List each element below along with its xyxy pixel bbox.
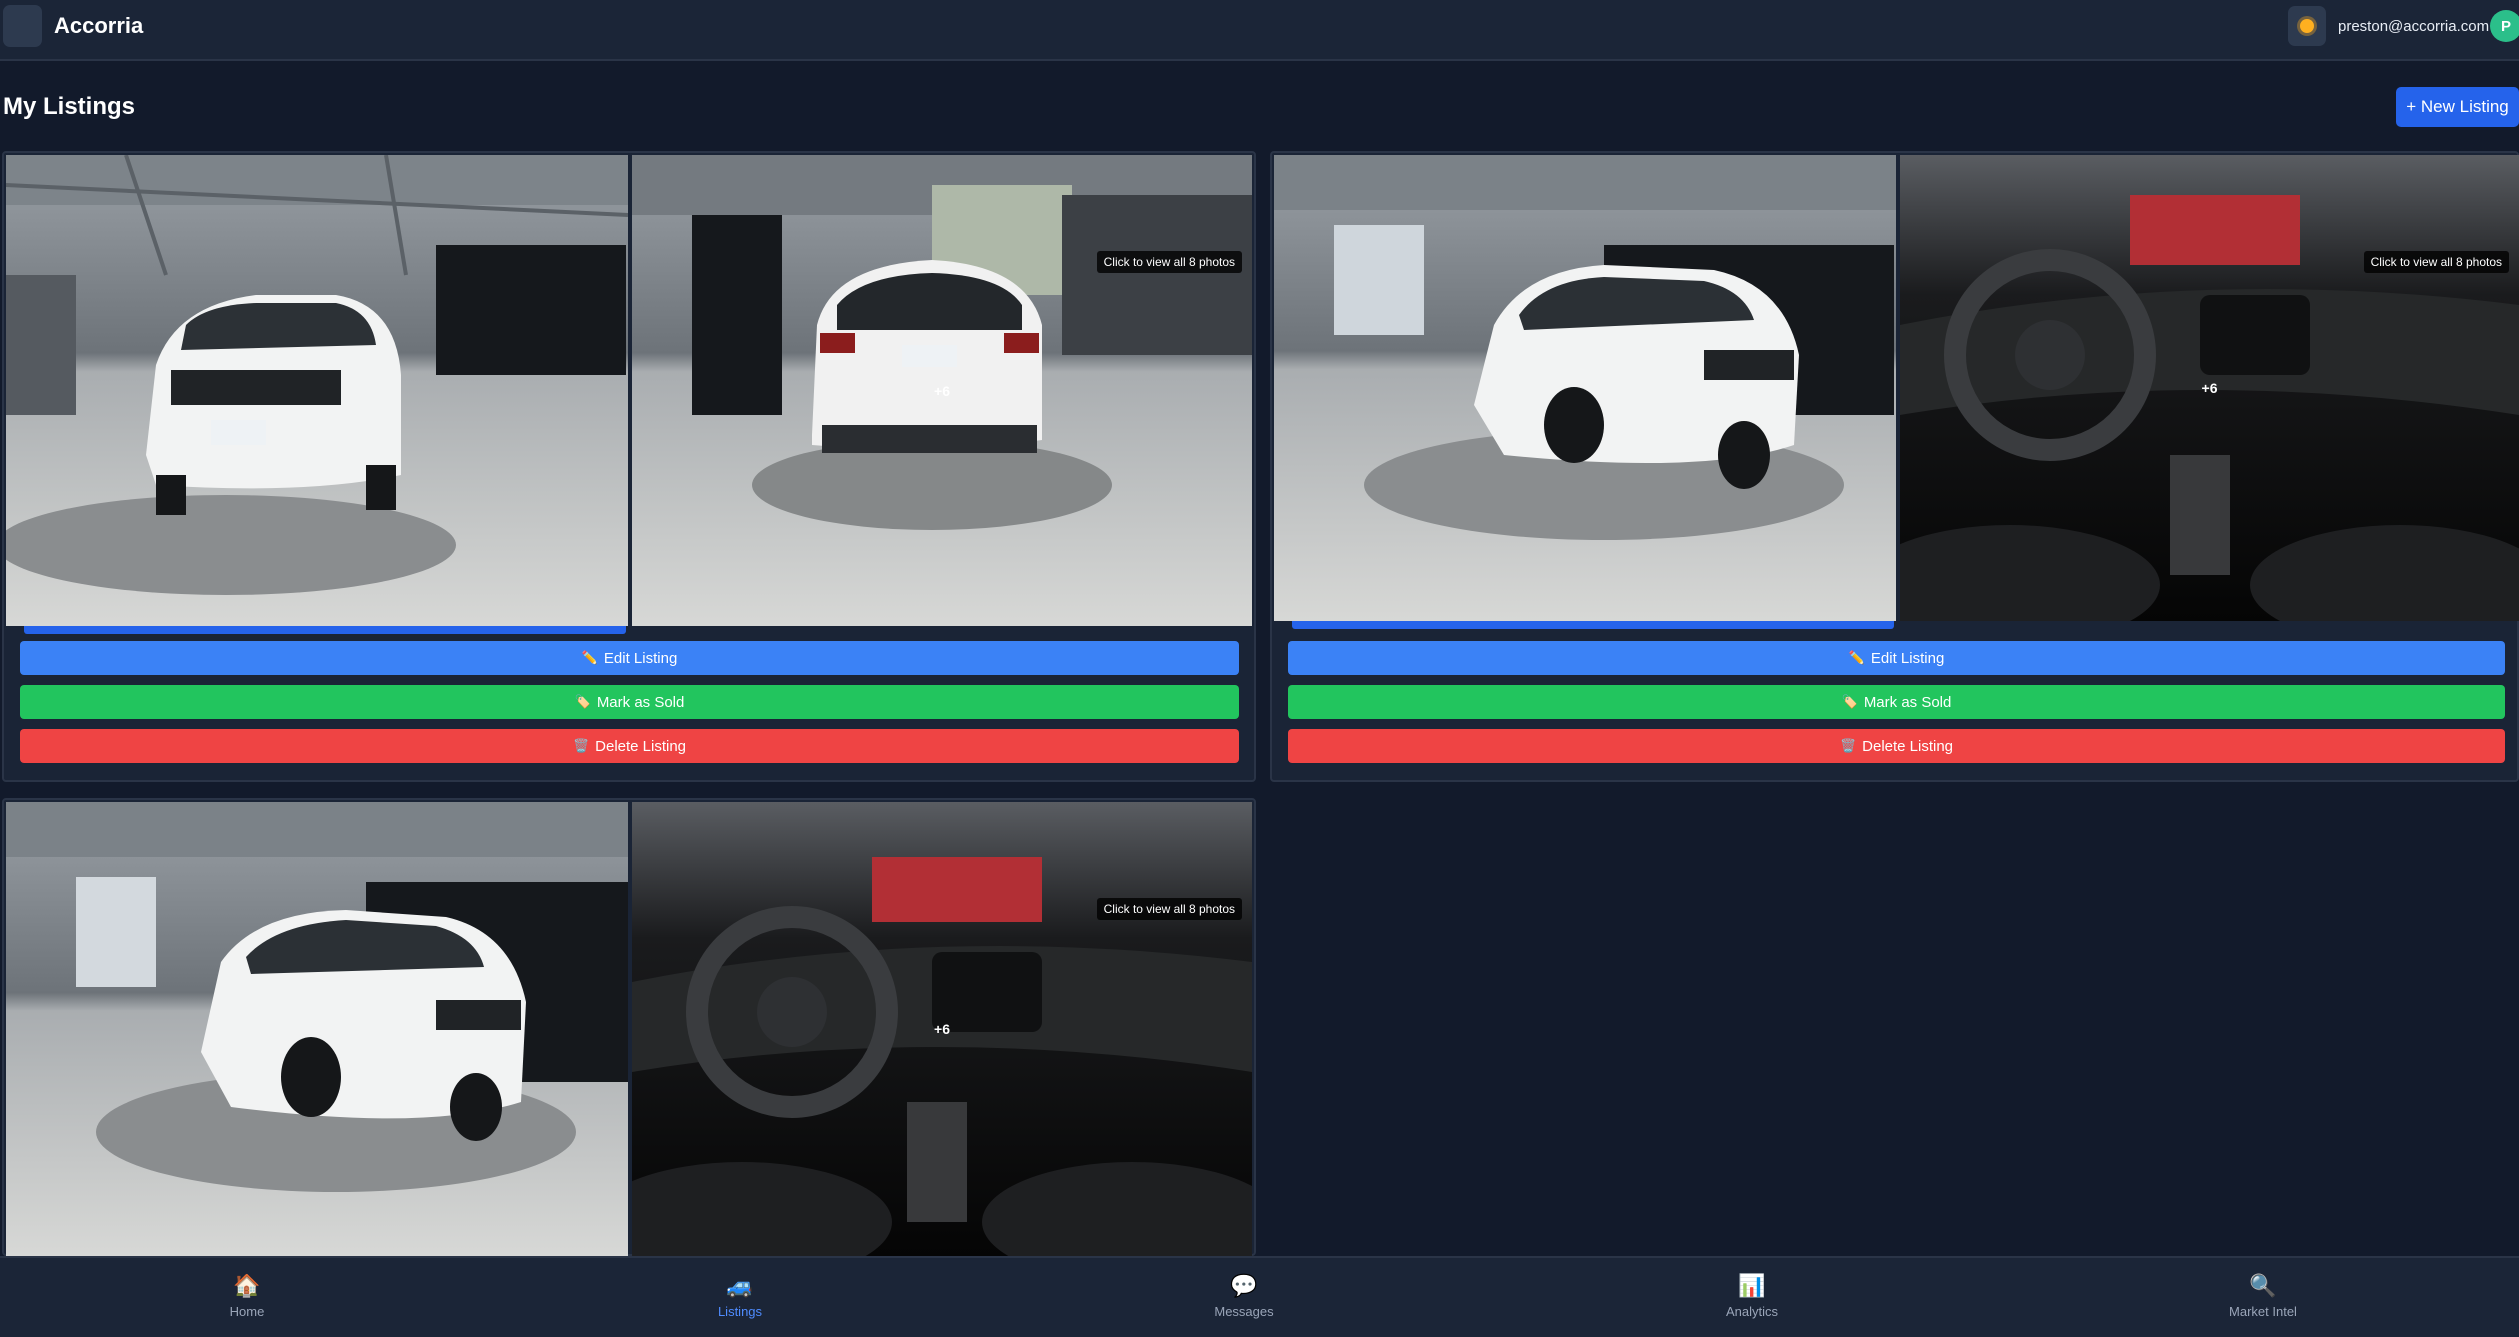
car-icon: 🚙 (726, 1273, 754, 1298)
nav-listings-label: Listings (717, 1304, 763, 1319)
listing-card: +6 Click to view all 8 photos ✏️ Edit Li… (1270, 151, 2519, 782)
nav-analytics-label: Analytics (1725, 1304, 1779, 1319)
nav-listings[interactable]: 🚙 Listings (670, 1274, 810, 1320)
extra-photo-count: +6 (934, 382, 950, 399)
new-listing-button[interactable]: + New Listing (2396, 87, 2519, 127)
extra-photo-count: +6 (934, 1021, 950, 1037)
brand-name: Accorria (54, 13, 144, 38)
listing-photo-secondary[interactable]: +6 Click to view all 8 photos (632, 802, 1252, 1256)
listing-card: +6 Click to view all 8 photos ✏️ Edit Li… (2, 151, 1256, 782)
card-accent-strip (1292, 621, 1894, 629)
nav-analytics[interactable]: 📊 Analytics (1682, 1274, 1822, 1320)
nav-home[interactable]: 🏠 Home (177, 1274, 317, 1320)
extra-photo-count: +6 (2201, 380, 2218, 396)
card-accent-strip (24, 626, 626, 634)
edit-listing-button[interactable]: ✏️ Edit Listing (20, 641, 1239, 675)
pencil-icon: ✏️ (1848, 650, 1865, 665)
listing-photo-secondary[interactable]: +6 Click to view all 8 photos (632, 155, 1252, 626)
nav-market-intel-label: Market Intel (2229, 1304, 2297, 1319)
sun-icon (2300, 19, 2314, 33)
trash-icon: 🗑️ (1839, 738, 1857, 753)
bar-chart-icon: 📊 (1738, 1273, 1766, 1298)
edit-listing-label: Edit Listing (603, 649, 678, 667)
delete-listing-button[interactable]: 🗑️ Delete Listing (1288, 729, 2505, 763)
mark-as-sold-label: Mark as Sold (596, 693, 685, 711)
tag-icon: 🏷️ (574, 694, 591, 709)
mark-as-sold-button[interactable]: 🏷️ Mark as Sold (1288, 685, 2505, 719)
listing-photo-secondary[interactable]: +6 Click to view all 8 photos (1900, 155, 2519, 621)
delete-listing-button[interactable]: 🗑️ Delete Listing (20, 729, 1239, 763)
nav-home-label: Home (229, 1304, 265, 1319)
edit-listing-button[interactable]: ✏️ Edit Listing (1288, 641, 2505, 675)
avatar[interactable]: P (2490, 10, 2519, 42)
delete-listing-label: Delete Listing (1862, 737, 1954, 755)
nav-messages-label: Messages (1214, 1304, 1274, 1319)
nav-market-intel[interactable]: 🔍 Market Intel (2193, 1274, 2333, 1320)
listing-photo-main[interactable] (6, 802, 628, 1256)
chat-icon: 💬 (1230, 1273, 1258, 1298)
nav-messages[interactable]: 💬 Messages (1174, 1274, 1314, 1320)
pencil-icon: ✏️ (581, 650, 598, 665)
listing-photo-main[interactable] (1274, 155, 1896, 621)
page-title: My Listings (3, 93, 136, 120)
mark-as-sold-button[interactable]: 🏷️ Mark as Sold (20, 685, 1239, 719)
home-icon: 🏠 (233, 1273, 261, 1298)
view-all-photos-label[interactable]: Click to view all 8 photos (2363, 251, 2509, 273)
listing-photo-main[interactable] (6, 155, 628, 626)
magnifier-icon: 🔍 (2249, 1273, 2277, 1298)
view-all-photos-label[interactable]: Click to view all 8 photos (1096, 251, 1242, 273)
top-bar: Accorria preston@accorria.com P (0, 0, 2519, 61)
delete-listing-label: Delete Listing (595, 737, 687, 755)
edit-listing-label: Edit Listing (1870, 649, 1945, 667)
mark-as-sold-label: Mark as Sold (1863, 693, 1952, 711)
theme-toggle-button[interactable] (2288, 6, 2326, 46)
menu-icon[interactable] (3, 5, 42, 47)
trash-icon: 🗑️ (572, 738, 590, 753)
tag-icon: 🏷️ (1841, 694, 1858, 709)
user-email: preston@accorria.com (2338, 18, 2490, 35)
bottom-nav: 🏠 Home 🚙 Listings 💬 Messages 📊 Analytics… (0, 1256, 2519, 1337)
listing-card: +6 Click to view all 8 photos (2, 798, 1256, 1256)
view-all-photos-label[interactable]: Click to view all 8 photos (1096, 898, 1242, 920)
